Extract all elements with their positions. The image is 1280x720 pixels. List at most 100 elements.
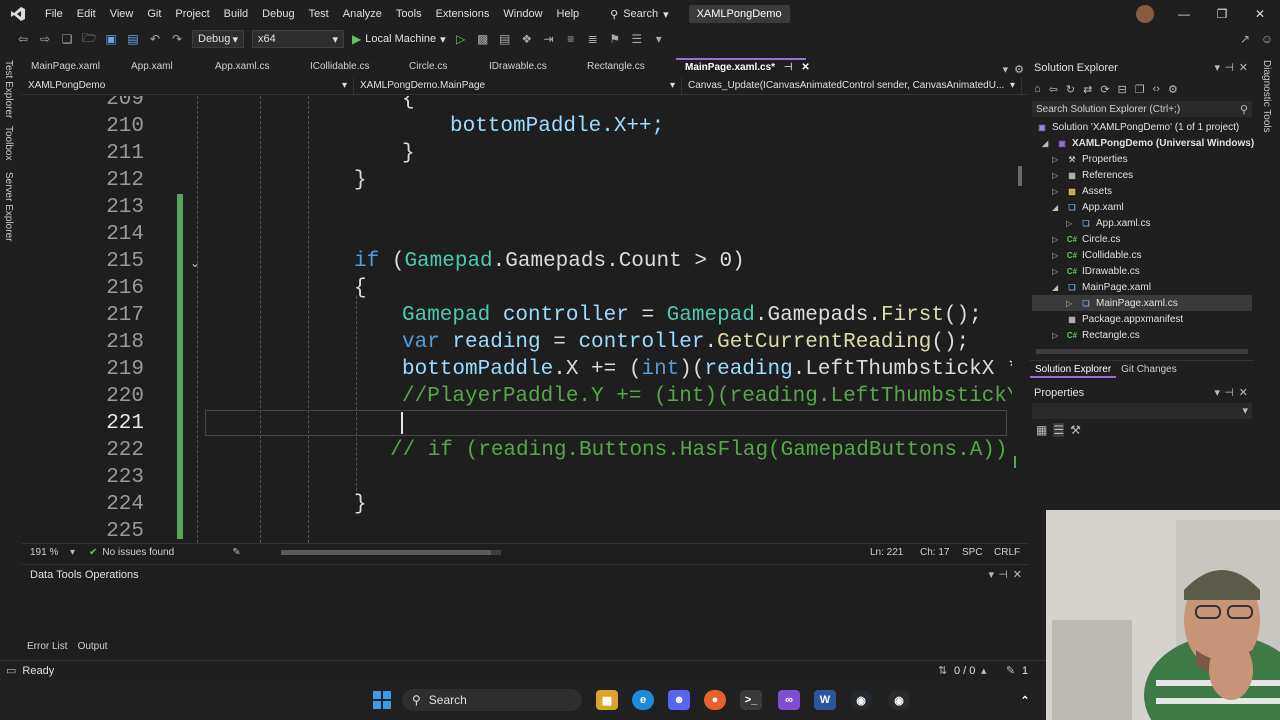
menu-tools[interactable]: Tools — [389, 0, 429, 28]
tree-item-rectangle-cs[interactable]: ▷ C# Rectangle.cs — [1052, 327, 1140, 343]
github-icon[interactable]: ◉ — [850, 690, 872, 710]
tab-git-changes[interactable]: Git Changes — [1116, 361, 1182, 378]
history-icon[interactable]: ↻ — [1066, 83, 1075, 96]
properties-icon[interactable]: ⚙ — [1168, 83, 1178, 96]
tree-item-references[interactable]: ▷ ▦ References — [1052, 167, 1133, 183]
categorized-icon[interactable]: ▦ — [1036, 423, 1047, 437]
menu-extensions[interactable]: Extensions — [429, 0, 497, 28]
test-explorer-tab[interactable]: Test Explorer — [3, 60, 14, 118]
tab-mainpage-xaml-cs[interactable]: MainPage.xaml.cs* ⊣ ✕ — [676, 58, 810, 76]
search-button[interactable]: ⚲ Search ▾ — [604, 8, 674, 21]
forward-icon[interactable]: ⇨ — [38, 32, 52, 46]
collapse-chevron-icon[interactable]: ⌄ — [190, 256, 200, 270]
settings-icon[interactable]: ⚙ — [1014, 63, 1028, 76]
tree-item-mainpage-xaml-cs[interactable]: ▷ ❏ MainPage.xaml.cs — [1032, 295, 1252, 311]
menu-test[interactable]: Test — [302, 0, 336, 28]
line-ending-indicator[interactable]: CRLF — [994, 547, 1028, 558]
wrench-icon[interactable]: ⚒ — [1070, 423, 1081, 437]
maximize-icon[interactable]: ❐ — [1202, 0, 1242, 28]
save-all-icon[interactable]: ▤ — [126, 32, 140, 46]
run-local-machine-button[interactable]: ▶ Local Machine ▾ — [352, 32, 446, 46]
menu-build[interactable]: Build — [217, 0, 255, 28]
back-icon[interactable]: ⇦ — [16, 32, 30, 46]
type-dropdown[interactable]: XAMLPongDemo.MainPage ▾ — [354, 76, 682, 95]
menu-file[interactable]: File — [38, 0, 70, 28]
format-icon[interactable]: ≣ — [586, 32, 600, 46]
tree-item-circle-cs[interactable]: ▷ C# Circle.cs — [1052, 231, 1120, 247]
pin-icon[interactable]: ⊣ — [998, 568, 1008, 581]
server-explorer-tab[interactable]: Server Explorer — [3, 172, 14, 241]
platform-select[interactable]: x64 ▾ — [252, 30, 344, 48]
status-edits[interactable]: 1 — [1022, 665, 1028, 677]
tree-item-project[interactable]: ◢ ▣ XAMLPongDemo (Universal Windows) — [1042, 135, 1254, 151]
word-icon[interactable]: W — [814, 690, 836, 710]
toolbox-tab[interactable]: Toolbox — [3, 126, 14, 160]
tab-icollidable-cs[interactable]: ICollidable.cs — [301, 58, 400, 76]
editor-vertical-scrollbar[interactable] — [1012, 96, 1028, 543]
alphabetical-icon[interactable]: ☰ — [1053, 423, 1065, 437]
chevron-down-icon[interactable]: ▾ — [1214, 61, 1220, 74]
save-icon[interactable]: ▣ — [104, 32, 118, 46]
zoom-level[interactable]: 191 % — [30, 547, 70, 558]
tab-idrawable-cs[interactable]: IDrawable.cs — [480, 58, 578, 76]
close-tab-icon[interactable]: ✕ — [801, 62, 809, 73]
close-icon[interactable]: ✕ — [1239, 61, 1248, 74]
member-dropdown[interactable]: Canvas_Update(ICanvasAnimatedControl sen… — [682, 76, 1022, 95]
chevron-down-icon[interactable]: ▾ — [70, 547, 75, 558]
diagnostic-tools-tab[interactable]: Diagnostic Tools — [1261, 60, 1272, 133]
solution-search-box[interactable]: Search Solution Explorer (Ctrl+;) ⚲ — [1032, 101, 1252, 117]
firefox-icon[interactable]: ● — [704, 690, 726, 710]
feedback-icon[interactable]: ☺ — [1260, 32, 1274, 46]
project-dropdown[interactable]: XAMLPongDemo ▾ — [22, 76, 354, 95]
visual-studio-icon[interactable]: ∞ — [778, 690, 800, 710]
close-icon[interactable]: ✕ — [1240, 0, 1280, 28]
indentation-indicator[interactable]: SPC — [962, 547, 994, 558]
new-project-icon[interactable]: ❏ — [60, 32, 74, 46]
overflow-icon[interactable]: ▾ — [652, 32, 666, 46]
back-icon[interactable]: ⇦ — [1049, 83, 1058, 96]
share-icon[interactable]: ↗ — [1238, 32, 1252, 46]
tab-circle-cs[interactable]: Circle.cs — [400, 58, 480, 76]
brush-icon[interactable]: ✎ — [232, 547, 240, 558]
file-explorer-icon[interactable]: ▩ — [596, 690, 618, 710]
redo-icon[interactable]: ↷ — [170, 32, 184, 46]
align-icon[interactable]: ≡ — [564, 32, 578, 46]
collapse-all-icon[interactable]: ⊟ — [1118, 83, 1127, 96]
status-counts[interactable]: 0 / 0 — [954, 665, 975, 677]
menu-analyze[interactable]: Analyze — [336, 0, 389, 28]
sync-icon[interactable]: ⇄ — [1083, 83, 1092, 96]
refresh-icon[interactable]: ⟳ — [1100, 83, 1109, 96]
hot-reload-icon[interactable]: ❖ — [520, 32, 534, 46]
chevron-down-icon[interactable]: ▾ — [1214, 386, 1220, 399]
menu-git[interactable]: Git — [140, 0, 168, 28]
tree-item-solution[interactable]: ▣ Solution 'XAMLPongDemo' (1 of 1 project… — [1036, 119, 1239, 135]
menu-project[interactable]: Project — [168, 0, 216, 28]
tab-rectangle-cs[interactable]: Rectangle.cs — [578, 58, 676, 76]
pin-icon[interactable]: ⊣ — [784, 62, 793, 73]
menu-window[interactable]: Window — [496, 0, 549, 28]
undo-icon[interactable]: ↶ — [148, 32, 162, 46]
browse-icon[interactable]: ▩ — [476, 32, 490, 46]
horizontal-scrollbar[interactable] — [280, 549, 501, 555]
tab-output[interactable]: Output — [78, 641, 108, 652]
windows-start-icon[interactable] — [371, 690, 393, 710]
terminal-icon[interactable]: >_ — [740, 690, 762, 710]
show-files-icon[interactable]: ❐ — [1135, 83, 1145, 96]
obs-icon[interactable]: ◉ — [888, 690, 910, 710]
menu-help[interactable]: Help — [550, 0, 587, 28]
tab-solution-explorer[interactable]: Solution Explorer — [1030, 361, 1117, 378]
chevron-down-icon[interactable]: ▾ — [988, 568, 994, 581]
tree-horizontal-scrollbar[interactable] — [1036, 349, 1248, 354]
layout-icon[interactable]: ▤ — [498, 32, 512, 46]
bookmark-icon[interactable]: ⚑ — [608, 32, 622, 46]
avatar[interactable] — [1136, 5, 1154, 23]
tab-error-list[interactable]: Error List — [27, 641, 68, 652]
tab-app-xaml-cs[interactable]: App.xaml.cs — [206, 58, 301, 76]
chevron-up-icon[interactable]: ▴ — [981, 664, 987, 677]
tree-item-icollidable-cs[interactable]: ▷ C# ICollidable.cs — [1052, 247, 1141, 263]
object-selector[interactable]: ▾ — [1032, 403, 1252, 419]
menu-view[interactable]: View — [103, 0, 141, 28]
home-icon[interactable]: ⌂ — [1034, 83, 1041, 95]
tree-item-assets[interactable]: ▷ ▩ Assets — [1052, 183, 1112, 199]
open-folder-icon[interactable]: 🗁 — [82, 29, 97, 50]
